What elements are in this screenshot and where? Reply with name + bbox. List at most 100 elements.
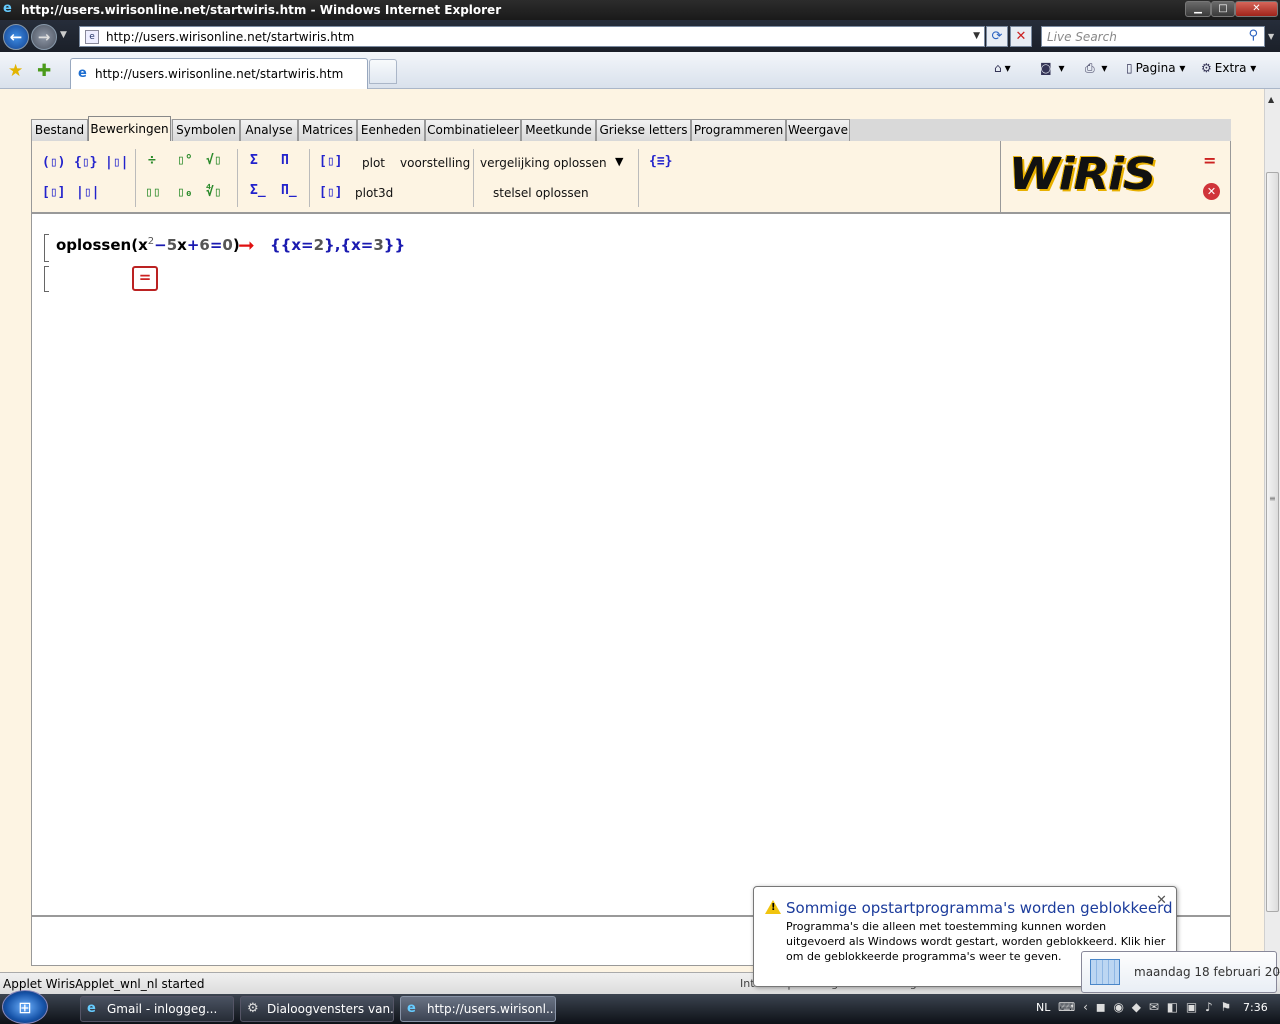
notification-title: Sommige opstartprogramma's worden geblok… — [786, 899, 1173, 917]
forward-button[interactable]: → — [31, 24, 57, 50]
title-bar: e http://users.wirisonline.net/startwiri… — [0, 0, 1280, 20]
tab-bestand[interactable]: Bestand — [31, 119, 88, 141]
tray-icons[interactable]: ⌨ ‹ ◼ ◉ ◆ ✉ ◧ ▣ ♪ ⚑ — [1058, 1000, 1233, 1014]
result-mid: },{x= — [324, 236, 374, 254]
tab-analyse[interactable]: Analyse — [240, 119, 298, 141]
product-limits-button[interactable]: Π̲ — [281, 183, 297, 198]
input-expression[interactable]: oplossen(x2−5x+6=0) — [56, 236, 240, 254]
address-dropdown-icon[interactable]: ▼ — [973, 31, 980, 41]
expr-var2: x — [177, 236, 187, 254]
tab-eenheden[interactable]: Eenheden — [357, 119, 425, 141]
refresh-button[interactable]: ⟳ — [986, 26, 1008, 47]
superscript-button[interactable]: ▯° — [177, 153, 193, 168]
add-favorite-icon[interactable]: ✚ — [37, 61, 51, 81]
abs-bars-button[interactable]: |▯| — [76, 185, 99, 200]
tab-programmeren[interactable]: Programmeren — [691, 119, 786, 141]
taskbar-item-ie[interactable]: e http://users.wirisonl... — [400, 996, 556, 1022]
search-options-dropdown-icon[interactable]: ▼ — [1268, 32, 1274, 41]
tab-symbolen[interactable]: Symbolen — [172, 119, 240, 141]
plot-button[interactable]: plot — [362, 156, 385, 170]
taskbar-item-label: Gmail - inloggeg... — [107, 1002, 218, 1016]
matrix-button[interactable]: [▯] — [319, 154, 342, 169]
tab-meetkunde[interactable]: Meetkunde — [521, 119, 596, 141]
scrollbar-thumb[interactable] — [1266, 172, 1279, 912]
close-icon[interactable]: ✕ — [1156, 893, 1167, 908]
tab-matrices[interactable]: Matrices — [298, 119, 357, 141]
taskbar-item-dialogs[interactable]: ⚙ Dialoogvensters van... — [240, 996, 394, 1022]
tab-weergave[interactable]: Weergave — [786, 119, 850, 141]
wiris-logo: WiRiS — [1009, 149, 1156, 200]
extra-menu-button[interactable]: ⚙ Extra ▾ — [1201, 61, 1256, 75]
start-button[interactable]: ⊞ — [2, 990, 48, 1024]
fraction-button[interactable]: ÷ — [148, 153, 156, 168]
close-applet-icon[interactable]: ✕ — [1203, 183, 1220, 200]
expr-var: x — [138, 236, 148, 254]
address-field[interactable]: e http://users.wirisonline.net/startwiri… — [79, 26, 985, 47]
status-text: Applet WirisApplet_wnl_nl started — [3, 977, 205, 991]
result-value-1: 2 — [313, 236, 325, 254]
brackets-button[interactable]: [▯] — [42, 185, 65, 200]
result-arrow-icon: ➞ — [238, 233, 255, 257]
cell-bracket[interactable] — [44, 234, 49, 262]
search-input[interactable]: Live Search ⚲ — [1041, 26, 1265, 47]
date-tooltip: maandag 18 februari 2008 — [1081, 951, 1280, 993]
plot3d-button[interactable]: plot3d — [355, 186, 393, 200]
cell-bracket[interactable] — [44, 266, 49, 292]
result-open: {{x= — [270, 236, 314, 254]
gear-icon: ⚙ — [1201, 61, 1212, 75]
search-icon[interactable]: ⚲ — [1248, 28, 1258, 43]
mixed-fraction-button[interactable]: ▯▯ — [145, 185, 161, 200]
language-indicator[interactable]: NL — [1036, 1001, 1050, 1014]
taskbar-item-gmail[interactable]: e Gmail - inloggeg... — [80, 996, 234, 1022]
solve-system-button[interactable]: stelsel oplossen — [493, 186, 589, 200]
solve-dropdown-icon[interactable]: ▼ — [615, 155, 623, 168]
solve-equation-button[interactable]: vergelijking oplossen — [480, 156, 607, 170]
logo-panel: WiRiS = ✕ — [1000, 141, 1231, 213]
absolute-value-button[interactable]: |▯| — [105, 155, 128, 170]
square-root-button[interactable]: √▯ — [206, 153, 222, 168]
calculate-icon[interactable]: = — [1203, 151, 1216, 170]
tray-clock[interactable]: 7:36 — [1243, 1001, 1268, 1014]
address-toolbar: ← → ▼ e http://users.wirisonline.net/sta… — [0, 20, 1280, 52]
parentheses-button[interactable]: (▯) — [42, 155, 65, 170]
voorstelling-button[interactable]: voorstelling — [400, 156, 470, 170]
page-scrollbar[interactable]: ▲ ≡ ▼ — [1264, 89, 1280, 972]
expr-rhs: 0 — [222, 236, 233, 254]
feeds-button[interactable]: ◙ ▾ — [1040, 61, 1065, 75]
home-button[interactable]: ⌂ ▾ — [994, 61, 1011, 75]
print-button[interactable]: ⎙ ▾ — [1085, 61, 1107, 76]
page-menu-label: Pagina — [1135, 61, 1176, 75]
page-menu-button[interactable]: ▯ Pagina ▾ — [1126, 61, 1185, 75]
sum-limits-button[interactable]: Σ̲ — [250, 183, 266, 198]
braces-button[interactable]: {▯} — [74, 155, 97, 170]
worksheet[interactable]: oplossen(x2−5x+6=0) ➞ {{x=2},{x=3}} = — [31, 213, 1231, 916]
new-tab-button[interactable] — [369, 59, 397, 84]
ie-icon: e — [407, 1001, 416, 1016]
browser-tab-active[interactable]: e http://users.wirisonline.net/startwiri… — [70, 58, 368, 89]
favorites-star-icon[interactable]: ★ — [8, 61, 23, 81]
tab-combinatieleer[interactable]: Combinatieleer — [425, 119, 521, 141]
search-placeholder: Live Search — [1047, 30, 1117, 44]
calendar-icon — [1090, 959, 1120, 985]
stop-button[interactable]: ✕ — [1010, 26, 1032, 47]
taskbar-item-label: Dialoogvensters van... — [267, 1002, 394, 1016]
product-button[interactable]: Π — [281, 153, 289, 168]
calculate-button[interactable]: = — [132, 266, 158, 291]
sum-button[interactable]: Σ — [250, 153, 258, 168]
scroll-up-icon[interactable]: ▲ — [1268, 95, 1274, 104]
page-icon: e — [85, 30, 99, 44]
toolbar-separator — [638, 149, 639, 207]
address-url: http://users.wirisonline.net/startwiris.… — [106, 30, 355, 44]
toolbar-separator — [309, 149, 310, 207]
system-braces-button[interactable]: {≡} — [649, 154, 672, 169]
tab-griekse-letters[interactable]: Griekse letters — [596, 119, 691, 141]
subscript-button[interactable]: ▯₀ — [177, 185, 193, 200]
maximize-button[interactable]: □ — [1211, 1, 1235, 17]
minimize-button[interactable]: ▁ — [1185, 1, 1211, 17]
recent-pages-dropdown-icon[interactable]: ▼ — [60, 30, 67, 40]
tab-bewerkingen[interactable]: Bewerkingen — [88, 116, 171, 141]
nth-root-button[interactable]: ∜▯ — [206, 185, 222, 200]
close-window-button[interactable]: ✕ — [1235, 1, 1278, 17]
matrix-column-button[interactable]: [▯] — [319, 185, 342, 200]
back-button[interactable]: ← — [3, 24, 29, 50]
